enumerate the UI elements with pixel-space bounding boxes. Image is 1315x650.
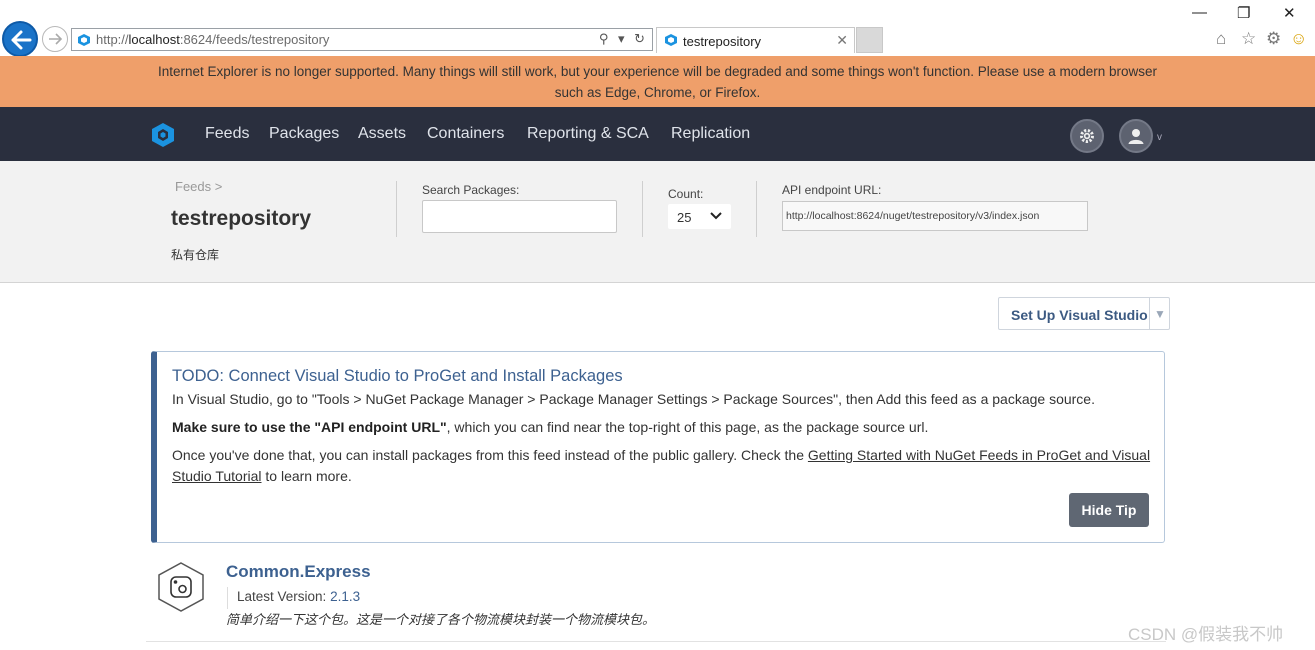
- setup-visual-studio-button[interactable]: Set Up Visual Studio ▼: [998, 297, 1170, 330]
- forward-button[interactable]: [42, 26, 68, 52]
- tip-emphasis: Make sure to use the "API endpoint URL": [172, 419, 447, 435]
- api-endpoint-field[interactable]: http://localhost:8624/nuget/testreposito…: [782, 201, 1088, 231]
- nav-packages[interactable]: Packages: [269, 125, 339, 143]
- new-tab-button[interactable]: [856, 27, 883, 53]
- site-favicon-icon: [78, 34, 90, 46]
- user-avatar-icon: [1128, 129, 1144, 144]
- feedback-smiley-icon[interactable]: ☺: [1290, 29, 1307, 49]
- favorites-star-icon[interactable]: ☆: [1241, 29, 1256, 49]
- nav-reporting-sca[interactable]: Reporting & SCA: [527, 125, 649, 143]
- divider: [756, 181, 757, 237]
- browser-chrome: http://localhost:8624/feeds/testreposito…: [0, 0, 1315, 57]
- package-description: 简单介绍一下这个包。这是一个对接了各个物流模块封装一个物流模块包。: [226, 612, 656, 627]
- split-divider: [1149, 298, 1150, 329]
- restore-button[interactable]: ❐: [1237, 4, 1250, 22]
- close-window-button[interactable]: ✕: [1283, 4, 1296, 22]
- tip-line-2-rest: , which you can find near the top-right …: [446, 419, 929, 435]
- search-input[interactable]: [422, 200, 617, 233]
- back-button[interactable]: [2, 21, 38, 57]
- nav-assets[interactable]: Assets: [358, 125, 406, 143]
- count-label: Count:: [668, 187, 704, 201]
- url-prefix: http://: [96, 32, 129, 47]
- tip-line-3: Once you've done that, you can install p…: [172, 445, 1152, 487]
- address-tools[interactable]: ⚲ ▾ ↻: [599, 31, 648, 47]
- tip-line-3-pre: Once you've done that, you can install p…: [172, 447, 808, 463]
- version-label: Latest Version:: [237, 589, 331, 604]
- tip-title: TODO: Connect Visual Studio to ProGet an…: [172, 367, 623, 385]
- browser-tab[interactable]: testrepository ✕: [656, 27, 855, 53]
- watermark: CSDN @假装我不帅: [1128, 625, 1284, 644]
- settings-gear-icon[interactable]: ⚙: [1266, 29, 1281, 49]
- settings-button[interactable]: [1070, 119, 1104, 153]
- search-label: Search Packages:: [422, 183, 520, 197]
- tab-title: testrepository: [683, 34, 762, 49]
- back-arrow-icon: [11, 30, 32, 50]
- dropdown-caret-icon[interactable]: ▼: [1154, 307, 1166, 321]
- api-endpoint-label: API endpoint URL:: [782, 183, 882, 197]
- top-navigation: Feeds Packages Assets Containers Reporti…: [0, 107, 1315, 161]
- setup-visual-studio-label: Set Up Visual Studio: [1011, 307, 1148, 323]
- address-url[interactable]: http://localhost:8624/feeds/testreposito…: [96, 32, 329, 47]
- tab-favicon-icon: [665, 34, 677, 46]
- gear-icon: [1080, 129, 1094, 143]
- divider: [396, 181, 397, 237]
- feed-description: 私有仓库: [171, 248, 220, 262]
- forward-arrow-icon: [49, 33, 62, 45]
- tip-line-1: In Visual Studio, go to "Tools > NuGet P…: [172, 391, 1095, 407]
- nav-feeds[interactable]: Feeds: [205, 125, 249, 143]
- package-version: Latest Version: 2.1.3: [227, 587, 360, 609]
- package-name-link[interactable]: Common.Express: [226, 562, 371, 582]
- version-link[interactable]: 2.1.3: [330, 589, 360, 604]
- divider: [146, 641, 1166, 642]
- user-menu-caret-icon[interactable]: v: [1157, 132, 1162, 143]
- ie-unsupported-banner: Internet Explorer is no longer supported…: [0, 56, 1315, 107]
- tip-line-3-post: to learn more.: [261, 468, 352, 484]
- tip-line-2: Make sure to use the "API endpoint URL",…: [172, 417, 1152, 438]
- count-select[interactable]: 25: [668, 204, 731, 229]
- user-menu-button[interactable]: [1119, 119, 1153, 153]
- minimize-button[interactable]: —: [1192, 4, 1207, 21]
- hide-tip-button[interactable]: Hide Tip: [1069, 493, 1149, 527]
- home-icon[interactable]: ⌂: [1216, 29, 1226, 49]
- tab-close-icon[interactable]: ✕: [836, 32, 848, 49]
- proget-logo-icon[interactable]: [150, 122, 176, 148]
- package-icon[interactable]: [156, 561, 206, 613]
- chevron-down-icon: [710, 212, 722, 220]
- nav-containers[interactable]: Containers: [427, 125, 504, 143]
- url-host: localhost: [128, 32, 180, 47]
- tip-panel: TODO: Connect Visual Studio to ProGet an…: [151, 351, 1165, 543]
- feed-header: Feeds > testrepository 私有仓库 Search Packa…: [0, 161, 1315, 283]
- divider: [642, 181, 643, 237]
- count-value: 25: [677, 210, 692, 225]
- url-rest: :8624/feeds/testrepository: [179, 32, 330, 47]
- address-bar[interactable]: http://localhost:8624/feeds/testreposito…: [71, 28, 653, 51]
- breadcrumb[interactable]: Feeds >: [175, 179, 222, 194]
- page-title: testrepository: [171, 207, 312, 230]
- nav-replication[interactable]: Replication: [671, 125, 750, 143]
